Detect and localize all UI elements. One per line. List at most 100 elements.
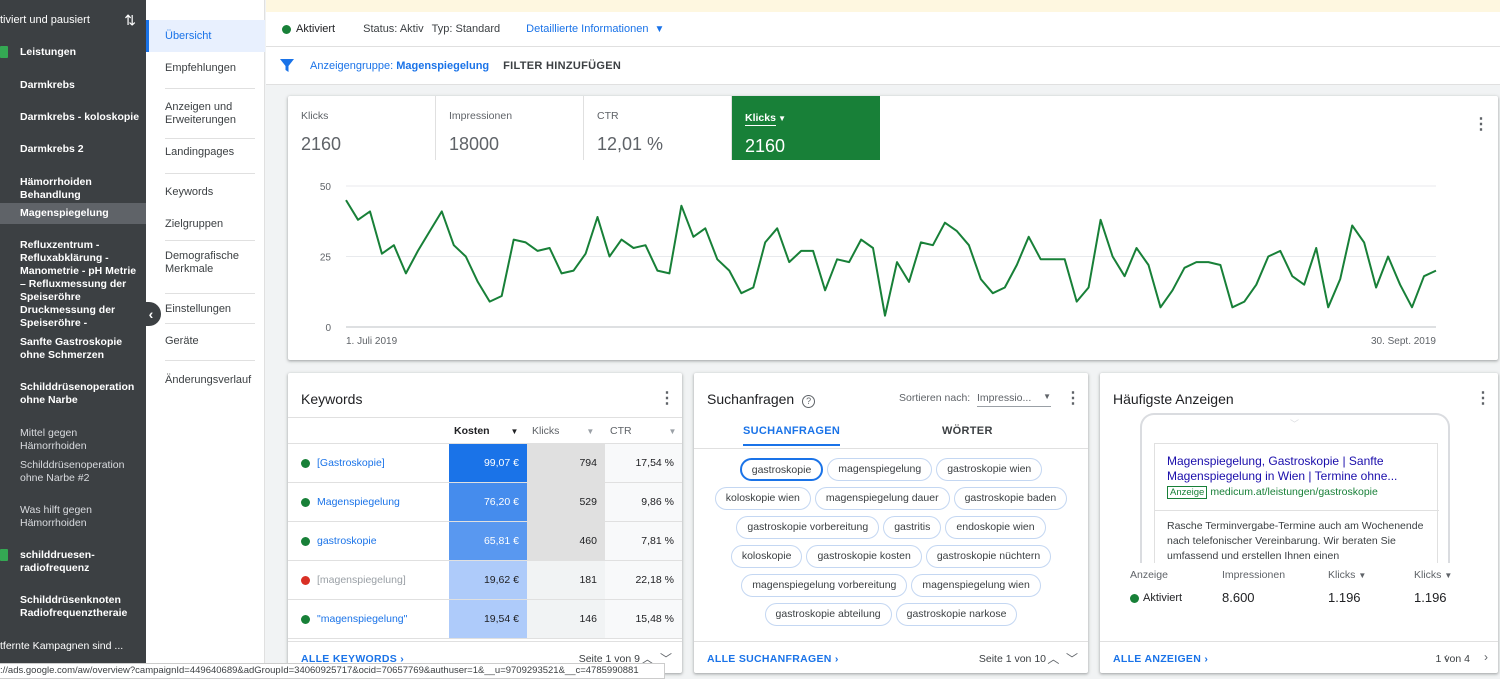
chevron-down-icon[interactable]: ▼ [654, 24, 664, 35]
removed-campaigns-note[interactable]: tfernte Kampagnen sind ... [0, 640, 123, 653]
search-terms-title: Suchanfragen ? [707, 391, 816, 408]
sort-icon[interactable]: ⇅ [124, 12, 136, 29]
page-menu-item[interactable]: Übersicht [146, 20, 265, 52]
help-icon[interactable]: ? [802, 395, 816, 408]
campaign-nav-item[interactable]: Darmkrebs 2 [0, 143, 146, 156]
keywords-table: Kosten ▼ Klicks ▼ CTR ▼ [Gastroskopie] 99… [288, 417, 682, 639]
more-options-icon[interactable]: ⋮ [659, 391, 675, 407]
cost-cell: 65,81 € [449, 521, 527, 561]
cost-column-header[interactable]: Kosten ▼ [449, 417, 527, 444]
metric-tile[interactable]: Klicks ▼ 2160 [732, 96, 880, 160]
status-state: Aktiviert [296, 23, 336, 35]
campaign-nav-item[interactable]: Darmkrebs - koloskopie [0, 111, 146, 124]
page-menu-item[interactable]: Landingpages [146, 146, 265, 159]
ad-clicks-value: 1.196 [1328, 590, 1361, 605]
page-menu-item[interactable]: Empfehlungen [146, 62, 265, 75]
search-term-chip[interactable]: magenspiegelung vorbereitung [741, 574, 908, 597]
campaign-nav-label: Schilddrüsenoperation ohne Narbe [20, 381, 135, 406]
campaign-nav-item[interactable]: schilddruesen-radiofrequenz [0, 549, 146, 575]
campaign-nav-item[interactable]: Schilddrüsenoperation ohne Narbe #2 [0, 459, 146, 485]
details-link[interactable]: Detaillierte Informationen [526, 23, 648, 35]
ad-stat-header-impressions: Impressionen [1222, 569, 1286, 581]
tab-words[interactable]: WÖRTER [942, 425, 993, 437]
search-term-chip[interactable]: gastroskopie abteilung [764, 603, 892, 626]
keywords-title: Keywords [301, 391, 363, 407]
table-row[interactable]: [magenspiegelung] 19,62 €181 22,18 % [288, 560, 682, 600]
campaign-nav-item[interactable]: Hämorrhoiden Behandlung [0, 176, 146, 202]
top-ads-card: Häufigste Anzeigen ⋮ ﹀ Magenspiegelung, … [1100, 373, 1498, 673]
more-options-icon[interactable]: ⋮ [1065, 391, 1081, 407]
search-term-chip[interactable]: gastritis [883, 516, 942, 539]
campaign-nav-label: Sanfte Gastroskopie ohne Schmerzen [20, 336, 123, 361]
page-menu-item[interactable]: Demografische Merkmale [146, 250, 265, 276]
search-term-chip[interactable]: gastroskopie kosten [806, 545, 922, 568]
sort-select[interactable]: Impressio... ▼ [977, 389, 1051, 407]
keyword-cell[interactable]: [magenspiegelung] [288, 560, 449, 600]
page-menu-item[interactable]: Änderungsverlauf [146, 374, 265, 387]
metric-label: Impressionen [449, 110, 513, 122]
table-row[interactable]: "magenspiegelung" 19,54 €146 15,48 % [288, 599, 682, 639]
clicks-column-header[interactable]: Klicks ▼ [527, 417, 605, 444]
status-dot-icon [301, 536, 310, 546]
ad-stat-header-clicks-2[interactable]: Klicks ▼ [1414, 569, 1452, 581]
search-term-chip[interactable]: gastroskopie narkose [895, 603, 1018, 626]
search-term-chip[interactable]: gastroskopie vorbereitung [736, 516, 880, 539]
search-term-chip[interactable]: gastroskopie [739, 458, 824, 481]
page-menu-item[interactable]: Keywords [146, 186, 265, 199]
metric-label[interactable]: Klicks [745, 112, 776, 126]
pager-arrows-icon[interactable]: ︿ ﹀ [1047, 650, 1078, 667]
search-term-chip[interactable]: gastroskopie wien [936, 458, 1043, 481]
table-row[interactable]: [Gastroskopie] 99,07 €794 17,54 % [288, 443, 682, 483]
page-menu-item[interactable]: Zielgruppen [146, 218, 265, 231]
keyword-cell[interactable]: Magenspiegelung [288, 482, 449, 522]
keyword-text: [magenspiegelung] [317, 574, 406, 586]
all-ads-link[interactable]: ALLE ANZEIGEN › [1113, 653, 1208, 665]
more-options-icon[interactable]: ⋮ [1475, 391, 1491, 407]
campaign-nav-item[interactable]: Schilddrüsenoperation ohne Narbe [0, 381, 146, 407]
ad-stat-header-clicks[interactable]: Klicks ▼ [1328, 569, 1366, 581]
notification-bar [266, 0, 1500, 12]
search-term-chip[interactable]: koloskopie wien [714, 487, 811, 510]
metric-tile[interactable]: CTR 12,01 % [584, 96, 732, 160]
ad-headline[interactable]: Magenspiegelung, Gastroskopie | Sanfte M… [1167, 454, 1425, 484]
campaign-nav-item[interactable]: Darmkrebs [0, 79, 146, 92]
ctr-column-header[interactable]: CTR ▼ [605, 417, 682, 444]
campaign-nav-item[interactable]: Refluxzentrum - Refluxabklärung - Manome… [0, 239, 146, 330]
campaign-nav-item[interactable]: Was hilft gegen Hämorrhoiden [0, 504, 146, 530]
table-row[interactable]: gastroskopie 65,81 €460 7,81 % [288, 521, 682, 561]
page-menu-item[interactable]: Einstellungen [146, 303, 265, 316]
keyword-cell[interactable]: "magenspiegelung" [288, 599, 449, 639]
campaign-nav-item[interactable]: Leistungen [0, 46, 146, 59]
pager-next-icon[interactable]: › [1484, 650, 1488, 664]
page-menu-item[interactable]: Anzeigen und Erweiterungen [146, 101, 265, 127]
keyword-cell[interactable]: [Gastroskopie] [288, 443, 449, 483]
dropdown-icon: ▼ [668, 426, 677, 436]
more-options-icon[interactable]: ⋮ [1473, 117, 1489, 133]
keyword-cell[interactable]: gastroskopie [288, 521, 449, 561]
adgroup-filter-chip[interactable]: Anzeigengruppe: Magenspiegelung [310, 60, 489, 72]
search-term-chip[interactable]: koloskopie [730, 545, 803, 568]
campaign-nav-item[interactable]: Magenspiegelung [0, 203, 146, 224]
campaign-filter-header[interactable]: tiviert und pausiert ⇅ [0, 0, 146, 44]
tab-search-terms[interactable]: SUCHANFRAGEN [743, 425, 841, 446]
ad-preview[interactable]: Magenspiegelung, Gastroskopie | Sanfte M… [1154, 443, 1439, 563]
search-term-chip[interactable]: magenspiegelung wien [911, 574, 1041, 597]
campaign-nav-item[interactable]: Sanfte Gastroskopie ohne Schmerzen [0, 336, 146, 362]
metric-tile[interactable]: Klicks 2160 [288, 96, 436, 160]
all-search-terms-link[interactable]: ALLE SUCHANFRAGEN › [707, 653, 839, 665]
dropdown-icon[interactable]: ▼ [776, 114, 786, 123]
keywords-card: Keywords ⋮ Kosten ▼ Klicks ▼ CTR ▼ [Gast… [288, 373, 682, 673]
campaign-nav-item[interactable]: Schilddrüsenknoten Radiofrequenztheraie [0, 594, 146, 620]
clicks-series-line[interactable] [345, 199, 1437, 317]
search-term-chip[interactable]: magenspiegelung dauer [814, 487, 950, 510]
campaign-nav-item[interactable]: Mittel gegen Hämorrhoiden [0, 427, 146, 453]
search-term-chip[interactable]: gastroskopie nüchtern [925, 545, 1052, 568]
table-row[interactable]: Magenspiegelung 76,20 €529 9,86 % [288, 482, 682, 522]
filter-icon[interactable] [280, 58, 294, 73]
search-term-chip[interactable]: endoskopie wien [945, 516, 1046, 539]
add-filter-button[interactable]: FILTER HINZUFÜGEN [503, 60, 621, 72]
search-term-chip[interactable]: magenspiegelung [827, 458, 933, 481]
page-menu-item[interactable]: Geräte [146, 335, 265, 348]
search-term-chip[interactable]: gastroskopie baden [953, 487, 1068, 510]
metric-tile[interactable]: Impressionen 18000 [436, 96, 584, 160]
